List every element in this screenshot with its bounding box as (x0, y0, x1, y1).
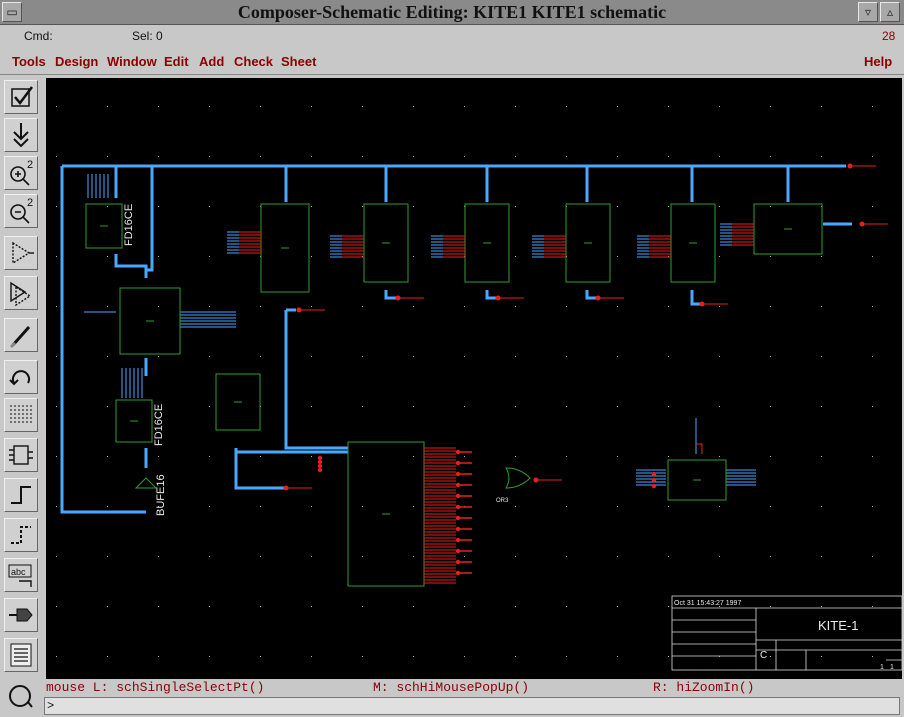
rotate-tool[interactable] (4, 680, 38, 714)
menu-edit[interactable]: Edit (164, 54, 189, 69)
connector-icon (9, 608, 33, 622)
title-block-sheet-letter: C (760, 650, 767, 661)
wide-wire-tool[interactable] (4, 518, 38, 552)
solder-dot-tool[interactable] (4, 598, 38, 632)
save-tool[interactable] (4, 118, 38, 152)
label-tool-text: abc (11, 567, 26, 577)
window-title: Composer-Schematic Editing: KITE1 KITE1 … (237, 2, 667, 22)
delete-tool[interactable] (4, 318, 38, 352)
title-block-rev: 1 (880, 664, 884, 671)
zoom-in-factor: 2 (27, 159, 33, 171)
maximize-button[interactable]: ▵ (880, 2, 900, 22)
title-block: Oct 31 15:43:27 1997 KITE-1 C 1 1 (671, 595, 902, 671)
schematic-drawing[interactable]: FD16CE FD16CE BUFE16 OR3 Oct 31 15:43:27… (46, 78, 902, 680)
schematic-canvas[interactable]: FD16CE FD16CE BUFE16 OR3 Oct 31 15:43:27… (46, 78, 902, 680)
mouse-right-binding: R: hiZoomIn() (653, 680, 755, 695)
wire-icon (11, 486, 31, 504)
zoom-out-factor: 2 (27, 197, 33, 209)
menu-sheet[interactable]: Sheet (281, 54, 316, 69)
properties-tool[interactable] (4, 638, 38, 672)
pins (227, 163, 888, 584)
grid-dots (56, 106, 873, 657)
or3-label: OR3 (496, 498, 509, 504)
fd16ce-label-2: FD16CE (153, 404, 165, 446)
menu-help[interactable]: Help (864, 54, 892, 69)
pin-tool[interactable] (4, 438, 38, 472)
zoom-in-icon: 2 (10, 159, 33, 186)
title-block-sheet-number: 1 (890, 664, 894, 671)
wire-tool[interactable] (4, 478, 38, 512)
stretch-tool[interactable] (4, 236, 38, 270)
title-block-name: KITE-1 (818, 618, 858, 633)
mouse-bindings-bar: mouse L: schSingleSelectPt() M: schHiMou… (44, 679, 904, 696)
menu-add[interactable]: Add (199, 54, 224, 69)
label-icon: abc (8, 564, 32, 587)
cmd-status: Cmd: (24, 29, 53, 43)
instance-icon (10, 405, 32, 425)
fd16ce-label-1: FD16CE (123, 204, 135, 246)
window-titlebar: ▭ Composer-Schematic Editing: KITE1 KITE… (0, 0, 904, 25)
eraser-icon (9, 326, 31, 349)
properties-icon (10, 643, 32, 667)
undo-icon (9, 370, 30, 386)
menu-design[interactable]: Design (55, 54, 98, 69)
menu-tools[interactable]: Tools (12, 54, 46, 69)
zoom-in-tool[interactable]: 2 (4, 156, 38, 190)
rotate-icon (9, 685, 33, 708)
instance-tool[interactable] (4, 398, 38, 432)
zoom-out-tool[interactable]: 2 (4, 194, 38, 228)
label-tool[interactable]: abc (4, 558, 38, 592)
title-block-date: Oct 31 15:43:27 1997 (674, 600, 741, 607)
command-counter: 28 (882, 29, 896, 43)
copy-tool[interactable] (4, 276, 38, 310)
selection-count: Sel: 0 (132, 29, 163, 43)
bufe16-label: BUFE16 (155, 474, 167, 516)
stretch-icon (12, 241, 34, 265)
icon-toolbar: 2 2 abc (0, 76, 44, 717)
save-down-icon (13, 123, 29, 148)
command-line-input[interactable]: > (44, 697, 900, 715)
checkbox-icon (11, 86, 33, 107)
undo-tool[interactable] (4, 360, 38, 394)
minimize-icon: ▿ (864, 5, 872, 19)
wide-wire-icon (11, 526, 31, 544)
menu-bar: Tools Design Window Edit Add Check Sheet… (0, 48, 904, 75)
command-prompt: > (47, 699, 55, 713)
zoom-out-icon: 2 (10, 197, 33, 224)
maximize-icon: ▵ (886, 5, 894, 19)
mouse-middle-binding: M: schHiMousePopUp() (373, 680, 530, 695)
menu-window[interactable]: Window (107, 54, 157, 69)
pin-icon (9, 445, 33, 465)
check-save-tool[interactable] (4, 80, 38, 114)
minimize-button[interactable]: ▿ (858, 2, 878, 22)
status-row: Cmd: Sel: 0 28 (0, 25, 904, 47)
copy-icon (10, 281, 32, 307)
mouse-left-binding: mouse L: schSingleSelectPt() (46, 680, 265, 695)
menu-check[interactable]: Check (234, 54, 273, 69)
